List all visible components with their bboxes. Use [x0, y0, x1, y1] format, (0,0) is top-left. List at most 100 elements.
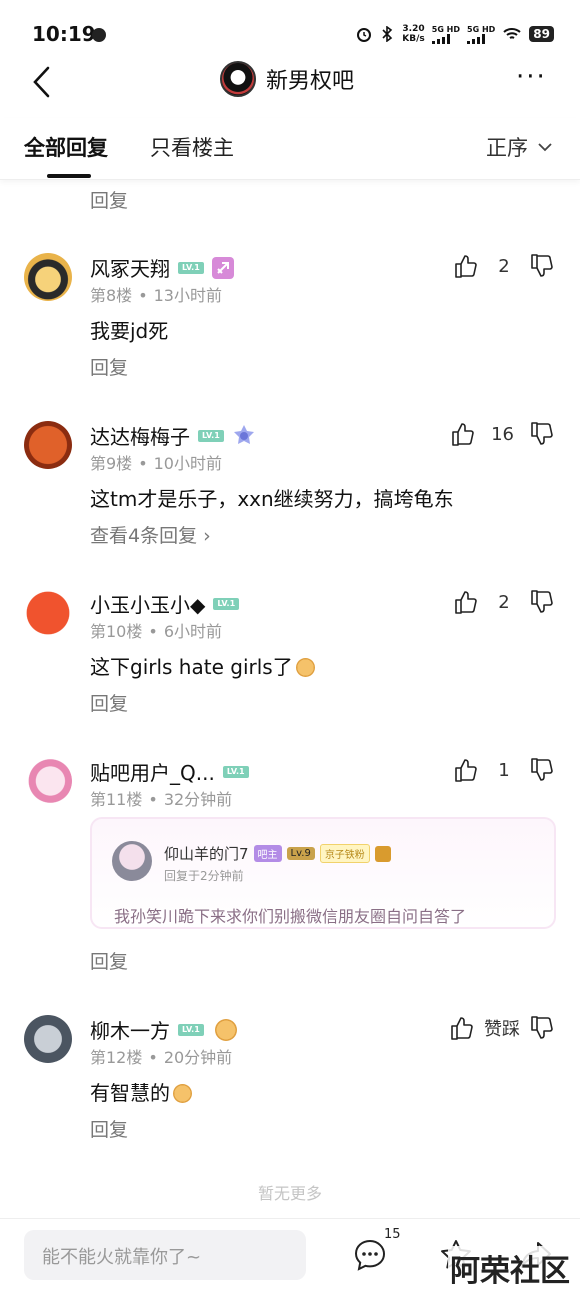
avatar[interactable] — [24, 757, 72, 805]
thumbs-up-icon[interactable] — [454, 589, 478, 615]
wifi-icon — [503, 28, 521, 39]
battery-indicator: 89 — [529, 26, 554, 42]
avatar[interactable] — [24, 421, 72, 469]
thumbs-down-icon[interactable] — [530, 757, 554, 783]
status-time: 10:19 — [32, 22, 96, 46]
thumbs-up-icon[interactable] — [451, 421, 475, 447]
post-time: 32分钟前 — [163, 790, 233, 809]
like-count: 2 — [498, 255, 510, 277]
emoji-badge-icon — [214, 1018, 237, 1041]
author-row: 达达梅梅子 LV.1 — [90, 421, 256, 450]
author-name[interactable]: 小玉小玉小◆ — [90, 589, 205, 618]
vote-actions: 2 — [454, 253, 554, 279]
like-count: 1 — [498, 759, 510, 781]
sort-dropdown[interactable]: 正序 — [486, 132, 552, 162]
emoji-icon — [295, 658, 315, 677]
alarm-icon — [357, 28, 372, 42]
floor-number: 第12楼 — [90, 1048, 143, 1067]
floor-number: 第10楼 — [90, 622, 143, 641]
comment-icon[interactable] — [352, 1237, 388, 1273]
bluetooth-icon — [382, 26, 393, 42]
quote-time: 回复于2分钟前 — [164, 869, 244, 883]
thumbs-up-icon[interactable] — [454, 757, 478, 783]
comment-text: 这tm才是乐子，xxn继续努力，搞垮龟东 — [90, 487, 454, 511]
more-options-button[interactable]: ··· — [516, 64, 550, 96]
signal-bars-icon — [467, 33, 486, 44]
quoted-reply-card[interactable]: 仰山羊的门7 吧主 Lv.9 京子铁粉 回复于2分钟前 我孙笑川跪下来求你们别搬… — [90, 817, 556, 929]
quote-author-row: 仰山羊的门7 吧主 Lv.9 京子铁粉 — [164, 843, 391, 864]
vote-label: 赞踩 — [484, 1019, 520, 1040]
author-row: 风冢天翔 LV.1 — [90, 253, 234, 282]
reply-button[interactable]: 回复 — [90, 353, 128, 380]
member-badge-icon — [233, 424, 254, 444]
reply-input[interactable]: 能不能火就靠你了~ — [24, 1230, 306, 1280]
thumbs-down-icon[interactable] — [530, 1015, 554, 1041]
post-time: 13小时前 — [153, 286, 222, 305]
avatar[interactable] — [24, 1015, 72, 1063]
comment-text: 我要jd死 — [90, 319, 169, 343]
medal-icon — [374, 845, 391, 862]
floor-number: 第11楼 — [90, 790, 143, 809]
thumbs-down-icon[interactable] — [530, 589, 554, 615]
level-badge: LV.1 — [198, 429, 224, 442]
top-nav: 新男权吧 ··· — [0, 58, 580, 108]
thumbs-down-icon[interactable] — [530, 253, 554, 279]
quote-avatar[interactable] — [112, 841, 152, 881]
reply-button[interactable]: 回复 — [90, 689, 128, 716]
status-bar: 10:19 3.20 KB/s 5G HD 5G HD 89 — [0, 0, 580, 56]
comment-item: 柳木一方 LV.1 第12楼 • 20分钟前 有智慧的 赞踩 回复 — [0, 1015, 580, 1145]
forum-header[interactable]: 新男权吧 — [220, 61, 354, 97]
quote-level-badge: Lv.9 — [286, 847, 315, 860]
reply-button[interactable]: 回复 — [90, 947, 128, 974]
author-name[interactable]: 柳木一方 — [90, 1015, 170, 1044]
tab-all-replies[interactable]: 全部回复 — [24, 132, 108, 162]
author-name[interactable]: 贴吧用户_Q... — [90, 757, 215, 786]
author-name[interactable]: 达达梅梅子 — [90, 421, 190, 450]
speed-unit: KB/s — [402, 34, 425, 44]
tab-host-only[interactable]: 只看楼主 — [150, 132, 234, 162]
zodiac-badge-icon — [211, 256, 234, 279]
reply-tabs: 全部回复 只看楼主 正序 — [0, 118, 580, 180]
author-name[interactable]: 风冢天翔 — [90, 253, 170, 282]
avatar[interactable] — [24, 589, 72, 637]
comment-text: 这下girls hate girls了 — [90, 655, 293, 679]
level-badge: LV.1 — [178, 1023, 204, 1036]
like-count: 16 — [491, 423, 514, 445]
reply-button[interactable]: 回复 — [90, 1115, 128, 1142]
watermark-text: 阿荣社区 — [448, 1246, 572, 1289]
thumbs-up-icon[interactable] — [454, 253, 478, 279]
like-count: 2 — [498, 591, 510, 613]
no-more-indicator: 暂无更多 — [257, 1184, 322, 1203]
author-row: 小玉小玉小◆ LV.1 — [90, 589, 240, 618]
moderator-badge: 吧主 — [253, 845, 282, 862]
comment-item: 达达梅梅子 LV.1 第9楼 • 10小时前 这tm才是乐子，xxn继续努力，搞垮龟… — [0, 421, 580, 551]
thumbs-down-icon[interactable] — [530, 421, 554, 447]
reply-button[interactable]: 回复 — [90, 186, 128, 213]
net-label-1: 5G HD — [431, 24, 461, 34]
view-replies-link[interactable]: 查看4条回复 › — [90, 521, 211, 548]
quote-text: 我孙笑川跪下来求你们别搬微信朋友圈自问自答了 — [114, 907, 467, 926]
comment-item: 贴吧用户_Q... LV.1 第11楼 • 32分钟前 1 仰山羊的门7 吧主 Lv… — [0, 757, 580, 977]
comment-text-wrap: 这下girls hate girls了 — [90, 651, 315, 680]
status-indicators: 3.20 KB/s 5G HD 5G HD 89 — [356, 24, 554, 44]
forum-title[interactable]: 新男权吧 — [266, 63, 354, 95]
signal-2: 5G HD — [467, 25, 495, 44]
post-time: 10小时前 — [153, 454, 222, 473]
post-time: 6小时前 — [163, 622, 222, 641]
vote-actions: 赞踩 — [450, 1015, 554, 1041]
active-tab-indicator — [47, 174, 91, 178]
back-button[interactable] — [28, 64, 58, 100]
vote-actions: 1 — [454, 757, 554, 783]
level-badge: LV.1 — [213, 597, 240, 610]
quote-author-name[interactable]: 仰山羊的门7 — [164, 843, 249, 864]
level-badge: LV.1 — [178, 261, 204, 274]
fan-badge: 京子铁粉 — [319, 844, 370, 863]
network-speed: 3.20 KB/s — [402, 24, 424, 44]
level-badge: LV.1 — [222, 765, 249, 778]
thumbs-up-icon[interactable] — [450, 1015, 474, 1041]
post-time: 20分钟前 — [163, 1048, 233, 1067]
comment-meta: 第10楼 • 6小时前 — [90, 622, 222, 641]
forum-avatar[interactable] — [220, 61, 256, 97]
signal-bars-icon — [431, 33, 450, 44]
avatar[interactable] — [24, 253, 72, 301]
